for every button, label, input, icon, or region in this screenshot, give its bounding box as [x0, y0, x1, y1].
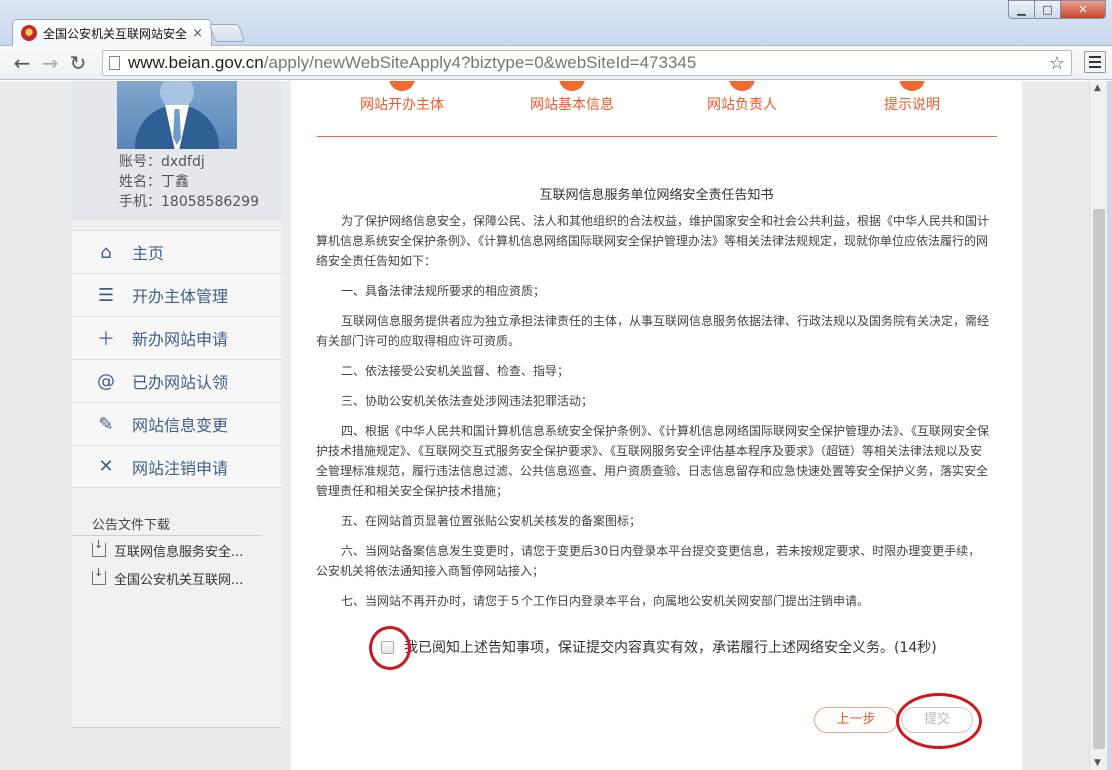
download-link[interactable]: 互联网信息服务安全...: [72, 536, 281, 564]
at-icon: @: [97, 370, 115, 392]
account-text: 账号：dxdfdj: [119, 154, 205, 170]
scroll-up-icon[interactable]: ▲: [1094, 83, 1101, 93]
url-text: www.beian.gov.cn/apply/newWebSiteApply4?…: [128, 53, 697, 72]
highlight-circle: [369, 626, 411, 670]
notice-paragraph: 三、协助公安机关依法查处涉网违法犯罪活动；: [341, 394, 594, 408]
notice-paragraph: 五、在网站首页显著位置张贴公安机关核发的备案图标；: [341, 514, 642, 528]
reload-icon[interactable]: ↻: [64, 49, 92, 77]
browser-titlebar: 全国公安机关互联网站安全 × ▁ □ ✕: [0, 0, 1112, 46]
maximize-button[interactable]: □: [1034, 0, 1061, 19]
minimize-button[interactable]: ▁: [1008, 0, 1035, 19]
notice-paragraph: 互联网信息服务提供者应为独立承担法律责任的主体，从事互联网信息服务依据法律、行政…: [316, 314, 990, 348]
tab-close-icon[interactable]: ×: [192, 26, 203, 41]
download-link[interactable]: 全国公安机关互联网...: [72, 564, 281, 592]
vertical-scrollbar[interactable]: ▲ ▼: [1089, 81, 1107, 770]
plus-icon: ＋: [97, 329, 115, 350]
page-viewport: 账号：dxdfdj 姓名：丁鑫 手机：18058586299 ⌂ 主页 ☰ 开办…: [0, 81, 1089, 770]
progress-steps: 网站开办主体 网站基本信息 网站负责人 提示说明: [317, 81, 997, 137]
sidebar-item-label: 开办主体管理: [132, 287, 229, 306]
sidebar-item-home[interactable]: ⌂ 主页: [72, 230, 281, 273]
agree-label: 我已阅知上述告知事项，保证提交内容真实有效，承诺履行上述网络安全义务。(14秒): [404, 640, 937, 656]
phone-text: 手机：18058586299: [119, 194, 259, 210]
scrollbar-thumb[interactable]: [1093, 209, 1105, 749]
previous-step-button[interactable]: 上一步: [814, 707, 898, 733]
edit-icon: ✎: [98, 413, 114, 435]
browser-menu-button[interactable]: [1084, 51, 1106, 73]
agreement-row: 我已阅知上述告知事项，保证提交内容真实有效，承诺履行上述网络安全义务。(14秒): [381, 637, 937, 657]
notice-paragraph: 一、具备法律法规所要求的相应资质；: [341, 284, 546, 298]
sidebar-footer: [72, 727, 281, 770]
avatar: [117, 81, 237, 149]
window-border: [1107, 81, 1112, 770]
address-bar[interactable]: www.beian.gov.cn/apply/newWebSiteApply4?…: [102, 50, 1072, 76]
notice-paragraph: 二、依法接受公安机关监督、检查、指导；: [341, 364, 570, 378]
sidebar-item-site-cancel[interactable]: ✕ 网站注销申请: [72, 445, 281, 488]
browser-toolbar: ← → ↻ www.beian.gov.cn/apply/newWebSiteA…: [0, 46, 1112, 80]
close-window-button[interactable]: ✕: [1060, 0, 1106, 19]
sidebar-item-site-change[interactable]: ✎ 网站信息变更: [72, 402, 281, 445]
sidebar-item-label: 网站注销申请: [132, 458, 229, 478]
sidebar-item-claim-site[interactable]: @ 已办网站认领: [72, 359, 281, 402]
list-icon: ☰: [97, 284, 115, 306]
browser-tab[interactable]: 全国公安机关互联网站安全 ×: [12, 19, 212, 46]
window-controls: ▁ □ ✕: [1008, 0, 1106, 19]
close-icon: ✕: [98, 456, 114, 477]
sidebar: 账号：dxdfdj 姓名：丁鑫 手机：18058586299 ⌂ 主页 ☰ 开办…: [72, 81, 281, 770]
bookmark-star-icon[interactable]: ☆: [1049, 53, 1065, 74]
notice-body: 为了保护网络信息安全，保障公民、法人和其他组织的合法权益，维护国家安全和社会公共…: [316, 211, 991, 621]
sidebar-nav: ⌂ 主页 ☰ 开办主体管理 ＋ 新办网站申请 @ 已办网站认领 ✎ 网站信息变更…: [72, 230, 281, 488]
download-icon: [92, 566, 106, 585]
sidebar-item-label: 新办网站申请: [132, 330, 229, 349]
download-icon: [92, 538, 106, 557]
highlight-circle: [896, 693, 982, 749]
main-panel: 网站开办主体 网站基本信息 网站负责人 提示说明 互联网信息服务单位网络安全责任…: [291, 81, 1022, 770]
notice-paragraph: 七、当网站不再开办时，请您于５个工作日内登录本平台，向属地公安机关网安部门提出注…: [341, 594, 870, 608]
home-icon: ⌂: [100, 241, 112, 263]
notice-paragraph: 四、根据《中华人民共和国计算机信息系统安全保护条例》、《计算机信息网络国际联网安…: [316, 424, 990, 498]
sidebar-item-new-site[interactable]: ＋ 新办网站申请: [72, 316, 281, 359]
page-icon: [109, 56, 120, 70]
sidebar-item-entity-management[interactable]: ☰ 开办主体管理: [72, 273, 281, 316]
downloads-title: 公告文件下载: [72, 496, 261, 536]
new-tab-button[interactable]: [208, 24, 246, 42]
user-profile: 账号：dxdfdj 姓名：丁鑫 手机：18058586299: [72, 81, 281, 220]
name-text: 姓名：丁鑫: [119, 174, 189, 190]
notice-paragraph: 六、当网站备案信息发生变更时，请您于变更后30日内登录本平台提交变更信息，若未按…: [316, 544, 981, 578]
scroll-down-icon[interactable]: ▼: [1094, 758, 1101, 768]
back-icon[interactable]: ←: [8, 49, 36, 77]
sidebar-item-label: 网站信息变更: [132, 416, 229, 435]
tab-title: 全国公安机关互联网站安全: [43, 26, 188, 41]
sidebar-item-label: 已办网站认领: [132, 373, 229, 392]
notice-title: 互联网信息服务单位网络安全责任告知书: [539, 188, 774, 203]
sidebar-item-label: 主页: [132, 244, 165, 263]
downloads-section: 公告文件下载 互联网信息服务安全... 全国公安机关互联网...: [72, 496, 281, 592]
forward-icon[interactable]: →: [36, 49, 64, 77]
police-emblem-icon: [21, 25, 37, 41]
notice-paragraph: 为了保护网络信息安全，保障公民、法人和其他组织的合法权益，维护国家安全和社会公共…: [316, 214, 990, 268]
